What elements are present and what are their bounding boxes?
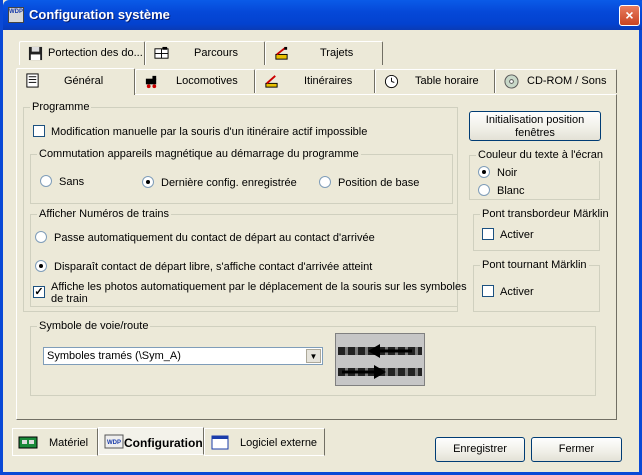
bottom-tab-label: Configuration	[124, 436, 203, 450]
commutation-option-sans[interactable]: Sans	[40, 175, 84, 188]
radio-button[interactable]	[142, 176, 154, 188]
bottom-tab-label: Matériel	[49, 437, 89, 449]
photos-label-line2: de train	[51, 293, 88, 305]
commutation-option-derniere[interactable]: Dernière config. enregistrée	[142, 176, 297, 189]
hardware-board-icon	[18, 436, 38, 449]
manual-modify-label: Modification manuelle par la souris d'un…	[51, 126, 368, 138]
pont-tournant-title: Pont tournant Märklin	[480, 259, 589, 271]
tab-label: Général	[64, 75, 104, 87]
text-color-title: Couleur du texte à l'écran	[476, 149, 606, 161]
document-list-icon	[26, 73, 39, 88]
radio-button[interactable]	[478, 166, 490, 178]
option-label: Disparaît contact de départ libre, s'aff…	[54, 261, 373, 273]
arrow-left-icon	[368, 344, 412, 358]
text-color-option-noir[interactable]: Noir	[478, 166, 517, 179]
tab-label: Table horaire	[415, 75, 479, 87]
commutation-option-base[interactable]: Position de base	[319, 176, 419, 189]
init-button-line1: Initialisation position	[485, 114, 585, 126]
train-numbers-option-passe[interactable]: Passe automatiquement du contact de dépa…	[35, 231, 375, 244]
close-window-button[interactable]: ×	[619, 5, 640, 26]
tab-itineraires[interactable]: Itinéraires	[255, 69, 375, 93]
cd-icon	[504, 74, 519, 89]
photos-checkbox[interactable]: ✓	[33, 286, 45, 298]
option-label: Blanc	[497, 185, 525, 197]
symbole-title: Symbole de voie/route	[37, 320, 151, 332]
bottom-tab-label: Logiciel externe	[240, 437, 318, 449]
route-grid-icon	[154, 46, 169, 59]
train-numbers-option-disparait[interactable]: Disparaît contact de départ libre, s'aff…	[35, 260, 372, 273]
tab-label: Trajets	[320, 47, 354, 59]
commutation-title: Commutation appareils magnétique au déma…	[37, 148, 361, 160]
clock-icon	[384, 74, 399, 89]
locomotive-icon	[145, 75, 157, 89]
radio-button[interactable]	[319, 176, 331, 188]
programme-title: Programme	[30, 101, 92, 113]
option-label: Activer	[500, 229, 534, 241]
manual-modify-option[interactable]: Modification manuelle par la souris d'un…	[33, 125, 367, 138]
radio-button[interactable]	[40, 175, 52, 187]
app-logo-icon: WDP	[8, 7, 24, 23]
photos-option[interactable]: ✓ Affiche les photos automatiquement par …	[33, 281, 467, 305]
option-label: Dernière config. enregistrée	[161, 177, 297, 189]
tab-cdrom-sons[interactable]: CD-ROM / Sons	[495, 69, 617, 93]
option-label: Position de base	[338, 177, 420, 189]
photos-label-line1: Affiche les photos automatiquement par l…	[51, 281, 467, 293]
window-icon	[211, 435, 229, 450]
title-bar[interactable]: WDP Configuration système ×	[3, 0, 642, 30]
tab-locomotives[interactable]: Locomotives	[135, 69, 255, 93]
pont-transbordeur-title: Pont transbordeur Märklin	[480, 208, 611, 220]
config-window: WDP Configuration système × Portection d…	[0, 0, 642, 475]
arrow-right-icon	[342, 365, 386, 379]
tab-label: Portection des do...	[48, 47, 143, 59]
pont-transbordeur-checkbox[interactable]	[482, 228, 494, 240]
bottom-tab-configuration[interactable]: WDP Configuration	[98, 427, 204, 455]
manual-modify-checkbox[interactable]	[33, 125, 45, 137]
close-button[interactable]: Fermer	[531, 437, 622, 462]
tab-parcours[interactable]: Parcours	[145, 41, 265, 65]
pont-transbordeur-activate[interactable]: Activer	[482, 228, 534, 241]
symbol-select[interactable]: Symboles tramés (\Sym_A) ▼	[43, 347, 323, 365]
init-position-button[interactable]: Initialisation position fenêtres	[469, 111, 601, 141]
itinerary-signal-icon	[265, 75, 278, 88]
tab-label: Parcours	[194, 47, 239, 59]
svg-text:WDP: WDP	[107, 440, 121, 446]
text-color-option-blanc[interactable]: Blanc	[478, 184, 525, 197]
trajets-signal-icon	[275, 46, 288, 60]
tab-label: CD-ROM / Sons	[527, 75, 607, 87]
bottom-tab-materiel[interactable]: Matériel	[12, 428, 98, 456]
option-label: Passe automatiquement du contact de dépa…	[54, 232, 375, 244]
wdp-logo-icon: WDP	[104, 434, 124, 449]
option-label: Noir	[497, 167, 518, 179]
tab-protection[interactable]: Portection des do...	[19, 41, 145, 65]
tab-label: Itinéraires	[304, 75, 353, 87]
photos-label: Affiche les photos automatiquement par l…	[51, 281, 467, 305]
symbol-select-value: Symboles tramés (\Sym_A)	[47, 350, 181, 362]
tab-trajets[interactable]: Trajets	[265, 41, 383, 65]
train-numbers-title: Afficher Numéros de trains	[37, 208, 172, 220]
tab-general[interactable]: Général	[16, 68, 135, 95]
floppy-disk-icon	[28, 46, 43, 61]
symbol-preview	[335, 333, 425, 386]
bottom-tab-logiciel-externe[interactable]: Logiciel externe	[204, 428, 325, 456]
chevron-down-icon[interactable]: ▼	[306, 349, 321, 363]
pont-tournant-checkbox[interactable]	[482, 285, 494, 297]
save-button[interactable]: Enregistrer	[435, 437, 525, 462]
radio-button[interactable]	[35, 260, 47, 272]
init-button-line2: fenêtres	[515, 127, 555, 139]
radio-button[interactable]	[35, 231, 47, 243]
pont-tournant-activate[interactable]: Activer	[482, 285, 534, 298]
option-label: Sans	[59, 176, 85, 188]
radio-button[interactable]	[478, 184, 490, 196]
window-title: Configuration système	[29, 7, 170, 22]
tab-label: Locomotives	[176, 75, 238, 87]
option-label: Activer	[500, 286, 534, 298]
tab-table-horaire[interactable]: Table horaire	[375, 69, 495, 93]
